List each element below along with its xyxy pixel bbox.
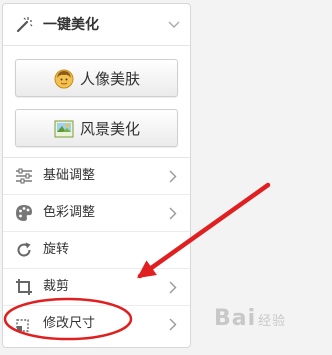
crop-icon [16,279,32,295]
menu-item-label: 裁剪 [43,279,70,294]
menu-item-label: 旋转 [43,242,70,257]
sliders-icon [16,168,32,184]
chevron-right-icon [169,207,177,220]
panel-header[interactable]: 一键美化 [3,4,190,46]
menu-item-basic-adjust[interactable]: 基础调整 [3,158,190,195]
menu-item-color-adjust[interactable]: 色彩调整 [3,195,190,232]
beautify-panel: 一键美化 人像美肤 风景美化 基础调整 色彩调整 旋转 裁剪 修改尺寸 [2,3,191,348]
chevron-right-icon [169,318,177,331]
menu-item-label: 色彩调整 [43,205,96,220]
panel-title: 一键美化 [43,17,99,33]
watermark-text: Bai [214,306,257,331]
magic-wand-icon [16,17,33,33]
chevron-down-icon[interactable] [168,19,180,29]
landscape-picture-icon [54,120,74,138]
resize-icon [16,319,29,332]
baidu-watermark: Bai 经验 [214,306,286,335]
chevron-right-icon [169,170,177,183]
rotate-icon [17,242,31,257]
landscape-beautify-label: 风景美化 [80,120,141,138]
menu-item-resize[interactable]: 修改尺寸 [3,306,190,343]
landscape-beautify-button[interactable]: 风景美化 [15,109,178,147]
portrait-beautify-button[interactable]: 人像美肤 [15,59,178,97]
portrait-beautify-label: 人像美肤 [80,70,141,88]
watermark-suffix: 经验 [258,314,287,329]
portrait-face-icon [54,69,74,89]
palette-icon [16,205,32,221]
menu-item-label: 基础调整 [43,168,96,183]
menu-item-rotate[interactable]: 旋转 [3,232,190,269]
menu-item-crop[interactable]: 裁剪 [3,269,190,306]
chevron-right-icon [169,281,177,294]
menu-item-label: 修改尺寸 [43,316,96,331]
